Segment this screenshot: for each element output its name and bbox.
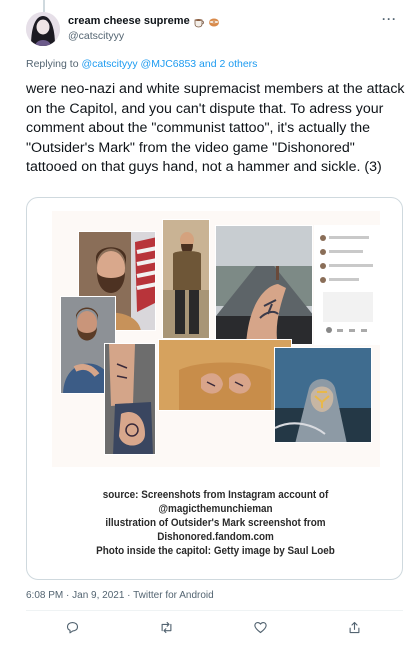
caption-line: Photo inside the capitol: Getty image by… (96, 545, 335, 557)
like-button[interactable] (248, 618, 272, 642)
tweet-actions (0, 618, 419, 642)
photo-man-standing (162, 219, 210, 339)
replying-to-prefix: Replying to (26, 58, 82, 70)
tweet-timestamp-source[interactable]: 6:08 PM · Jan 9, 2021 · Twitter for Andr… (26, 590, 214, 601)
share-button[interactable] (342, 618, 366, 642)
retweet-icon (159, 620, 174, 640)
bagel-emoji-icon (208, 15, 220, 27)
photo-hand-car (215, 225, 313, 345)
reply-button[interactable] (60, 618, 84, 642)
reply-mentions-link[interactable]: @catscityyy @MJC6853 and 2 others (81, 58, 257, 70)
coffee-emoji-icon (193, 15, 205, 28)
tweet-text: were neo-nazi and white supremacist memb… (26, 81, 405, 175)
image-caption: source: Screenshots from Instagram accou… (46, 488, 385, 558)
caption-line: illustration of Outsider's Mark screensh… (105, 517, 326, 529)
display-name[interactable]: cream cheese supreme (68, 15, 190, 27)
caption-line: Dishonored.fandom.com (157, 531, 274, 543)
reply-icon (65, 620, 80, 640)
share-icon (347, 620, 362, 640)
thread-connector-line (43, 0, 45, 12)
replying-to-line: Replying to @catscityyy @MJC6853 and 2 o… (26, 58, 257, 70)
photo-tattooed-arms (104, 343, 156, 455)
caption-line: @magicthemunchieman (158, 503, 273, 515)
avatar[interactable] (26, 12, 60, 46)
photo-dishonored-mark (274, 347, 372, 443)
collage-image (52, 211, 380, 467)
heart-icon (253, 620, 268, 640)
photo-hands-hoodie (158, 339, 292, 411)
more-icon[interactable]: ··· (382, 12, 397, 26)
photo-instagram-screenshot (314, 225, 380, 345)
author-name-row[interactable]: cream cheese supreme (68, 15, 220, 28)
author-handle[interactable]: @catscityyy (68, 30, 124, 42)
retweet-button[interactable] (154, 618, 178, 642)
divider (26, 610, 403, 611)
tweet-image-card[interactable]: source: Screenshots from Instagram accou… (26, 197, 403, 580)
caption-line: source: Screenshots from Instagram accou… (102, 489, 329, 501)
